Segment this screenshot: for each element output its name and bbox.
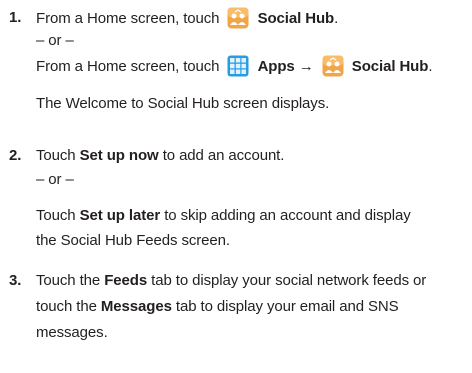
step-line: Touch Set up later to skip adding an acc… <box>36 205 411 227</box>
step-number: 3. <box>9 272 22 289</box>
set-up-later-label: Set up later <box>79 207 161 224</box>
instruction-text: to skip adding an account and display <box>164 207 411 224</box>
punctuation: . <box>428 58 433 75</box>
step-number: 1. <box>9 9 22 26</box>
social-hub-icon <box>227 7 249 29</box>
punctuation: . <box>334 10 339 27</box>
step-line: From a Home screen, touch Apps → Social … <box>36 55 432 77</box>
or-separator: – or – <box>36 32 74 49</box>
instruction-text: touch the <box>36 298 97 315</box>
instruction-text: to add an account. <box>162 147 285 164</box>
step-number: 2. <box>9 147 22 164</box>
step-line: Touch the Feeds tab to display your soci… <box>36 270 426 292</box>
set-up-now-label: Set up now <box>79 147 159 164</box>
messages-tab-label: Messages <box>100 298 172 315</box>
step-line: Touch Set up now to add an account. <box>36 145 284 167</box>
social-hub-label: Social Hub <box>351 58 429 75</box>
instruction-text: tab to display your email and SNS <box>175 298 399 315</box>
instruction-text: tab to display your social network feeds… <box>151 272 427 289</box>
step-line: messages. <box>36 324 108 341</box>
instruction-text: Touch the <box>36 272 101 289</box>
apps-grid-icon <box>227 55 249 77</box>
social-hub-icon <box>322 55 344 77</box>
step-line: From a Home screen, touch Social Hub. <box>36 7 338 29</box>
feeds-tab-label: Feeds <box>104 272 148 289</box>
instruction-text: Touch <box>36 207 76 224</box>
instruction-document: 1. From a Home screen, touch Social Hub.… <box>0 0 472 373</box>
instruction-text: From a Home screen, touch <box>36 58 220 75</box>
step-line: the Social Hub Feeds screen. <box>36 232 230 249</box>
or-separator: – or – <box>36 171 74 188</box>
social-hub-label: Social Hub <box>257 10 335 27</box>
step-line: The Welcome to Social Hub screen display… <box>36 95 330 112</box>
step-line: touch the Messages tab to display your e… <box>36 296 399 318</box>
instruction-text: From a Home screen, touch <box>36 10 220 27</box>
apps-label: Apps → <box>257 58 314 75</box>
instruction-text: Touch <box>36 147 76 164</box>
